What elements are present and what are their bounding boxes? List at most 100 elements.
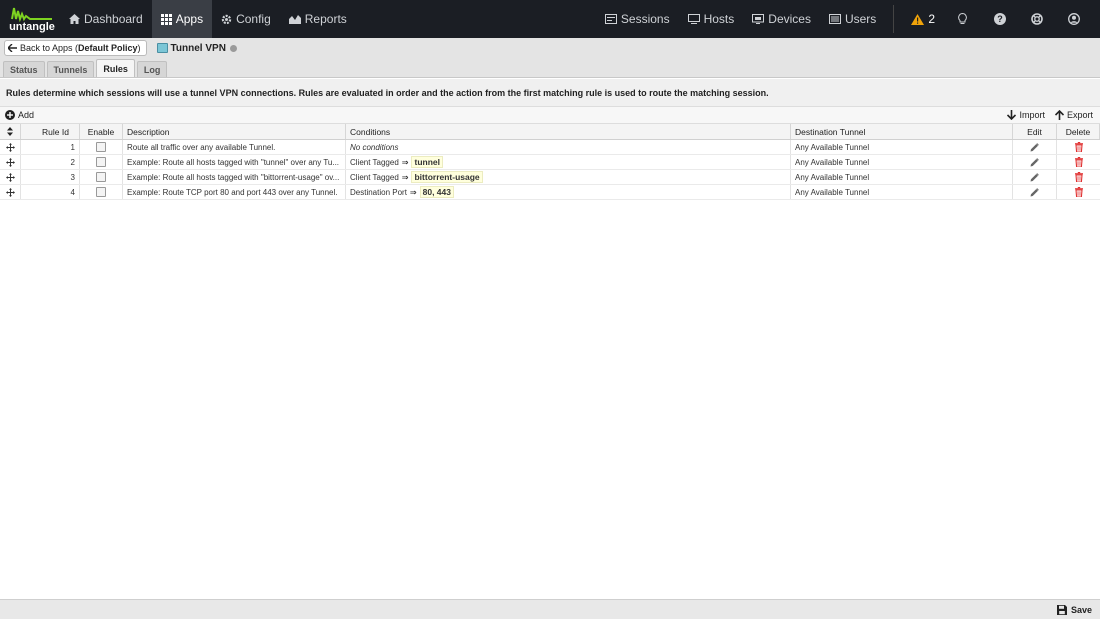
nav-sessions-label: Sessions — [620, 12, 670, 26]
trash-icon — [1074, 142, 1083, 152]
drag-move-icon — [5, 172, 15, 182]
table-row[interactable]: 3 Example: Route all hosts tagged with "b… — [0, 170, 1100, 185]
floppy-disk-icon — [1056, 604, 1067, 615]
conditions-cell: Client Tagged ⇒ tunnel — [346, 155, 791, 169]
nav-account[interactable] — [1055, 0, 1092, 38]
edit-button[interactable] — [1013, 185, 1057, 199]
enable-cell — [80, 170, 123, 184]
rule-id: 3 — [21, 170, 80, 184]
app-title-label: Tunnel VPN — [170, 42, 226, 54]
breadcrumb: Back to Apps (Default Policy) Tunnel VPN — [0, 38, 1100, 58]
app-title: Tunnel VPN — [156, 42, 237, 54]
nav-users[interactable]: Users — [820, 0, 885, 38]
drag-handle[interactable] — [0, 140, 21, 154]
nav-config[interactable]: Config — [212, 0, 280, 38]
life-ring-icon — [1030, 13, 1043, 25]
rule-id: 4 — [21, 185, 80, 199]
rule-id: 1 — [21, 140, 80, 154]
rule-description: Example: Route all hosts tagged with "tu… — [127, 157, 340, 167]
warning-icon — [911, 13, 925, 25]
nav-tips[interactable] — [944, 0, 981, 38]
edit-button[interactable] — [1013, 170, 1057, 184]
tab-status[interactable]: Status — [3, 61, 45, 77]
drag-move-icon — [5, 187, 15, 197]
users-icon — [828, 14, 841, 24]
logo-text: untangle — [9, 21, 55, 33]
arrow-right-icon: ⇒ — [401, 157, 409, 167]
enable-checkbox[interactable] — [96, 157, 106, 167]
pencil-icon — [1030, 157, 1039, 166]
nav-hosts[interactable]: Hosts — [679, 0, 744, 38]
destination-tunnel: Any Available Tunnel — [791, 140, 1013, 154]
nav-sessions[interactable]: Sessions — [596, 0, 679, 38]
nav-devices[interactable]: Devices — [743, 0, 820, 38]
add-button[interactable]: Add — [5, 110, 34, 120]
back-to-apps-button[interactable]: Back to Apps (Default Policy) — [4, 40, 147, 56]
tab-log[interactable]: Log — [136, 61, 168, 77]
trash-icon — [1074, 172, 1083, 182]
untangle-logo[interactable]: untangle — [4, 0, 60, 38]
drag-handle[interactable] — [0, 170, 21, 184]
drag-handle[interactable] — [0, 155, 21, 169]
nav-apps-label: Apps — [175, 12, 204, 26]
enable-cell — [80, 140, 123, 154]
hosts-icon — [687, 14, 700, 24]
rule-description: Route all traffic over any available Tun… — [127, 142, 276, 152]
description-cell: Example: Route all hosts tagged with "tu… — [123, 155, 346, 169]
enable-checkbox[interactable] — [96, 172, 106, 182]
edit-button[interactable] — [1013, 140, 1057, 154]
header-destination-tunnel[interactable]: Destination Tunnel — [791, 124, 1013, 139]
header-edit: Edit — [1013, 124, 1057, 139]
condition-value: tunnel — [411, 156, 443, 168]
table-row[interactable]: 4 Example: Route TCP port 80 and port 443… — [0, 185, 1100, 200]
nav-support[interactable] — [1018, 0, 1055, 38]
nav-dashboard[interactable]: Dashboard — [60, 0, 152, 38]
tab-rules[interactable]: Rules — [96, 59, 135, 77]
svg-text:?: ? — [997, 14, 1003, 24]
import-button[interactable]: Import — [1007, 110, 1045, 120]
nav-separator — [893, 5, 895, 33]
rule-description: Example: Route TCP port 80 and port 443 … — [127, 187, 338, 197]
nav-alerts[interactable]: 2 — [902, 0, 944, 38]
description-cell: Example: Route TCP port 80 and port 443 … — [123, 185, 346, 199]
condition-type: Client Tagged — [350, 172, 399, 182]
nav-dashboard-label: Dashboard — [84, 12, 143, 26]
arrow-right-icon: ⇒ — [409, 187, 417, 197]
pencil-icon — [1030, 172, 1039, 181]
tab-tunnels[interactable]: Tunnels — [46, 61, 95, 77]
delete-button[interactable] — [1057, 170, 1100, 184]
header-rule-id[interactable]: Rule Id — [21, 124, 80, 139]
back-suffix: ) — [137, 43, 141, 53]
header-enable[interactable]: Enable — [80, 124, 123, 139]
header-description[interactable]: Description — [123, 124, 346, 139]
top-nav: untangle Dashboard Apps Config Reports S… — [0, 0, 1100, 38]
edit-button[interactable] — [1013, 155, 1057, 169]
export-label: Export — [1066, 110, 1093, 120]
lightbulb-icon — [958, 13, 967, 24]
tunnel-vpn-icon — [156, 43, 168, 53]
arrow-up-icon — [1054, 110, 1064, 120]
table-row[interactable]: 1 Route all traffic over any available Tu… — [0, 140, 1100, 155]
condition-value: 80, 443 — [419, 186, 454, 198]
nav-apps[interactable]: Apps — [151, 0, 213, 38]
save-button[interactable]: Save — [1056, 604, 1092, 615]
enable-checkbox[interactable] — [96, 187, 106, 197]
import-label: Import — [1019, 110, 1045, 120]
nav-help[interactable]: ? — [981, 0, 1018, 38]
header-conditions[interactable]: Conditions — [346, 124, 791, 139]
table-row[interactable]: 2 Example: Route all hosts tagged with "t… — [0, 155, 1100, 170]
description-cell: Example: Route all hosts tagged with "bi… — [123, 170, 346, 184]
drag-handle[interactable] — [0, 185, 21, 199]
trash-icon — [1074, 157, 1083, 167]
enable-cell — [80, 185, 123, 199]
nav-users-label: Users — [844, 12, 877, 26]
sort-column-header[interactable] — [0, 124, 21, 139]
destination-tunnel: Any Available Tunnel — [791, 155, 1013, 169]
devices-icon — [752, 14, 765, 24]
delete-button[interactable] — [1057, 140, 1100, 154]
export-button[interactable]: Export — [1054, 110, 1093, 120]
delete-button[interactable] — [1057, 155, 1100, 169]
delete-button[interactable] — [1057, 185, 1100, 199]
enable-checkbox[interactable] — [96, 142, 106, 152]
nav-reports[interactable]: Reports — [280, 0, 356, 38]
